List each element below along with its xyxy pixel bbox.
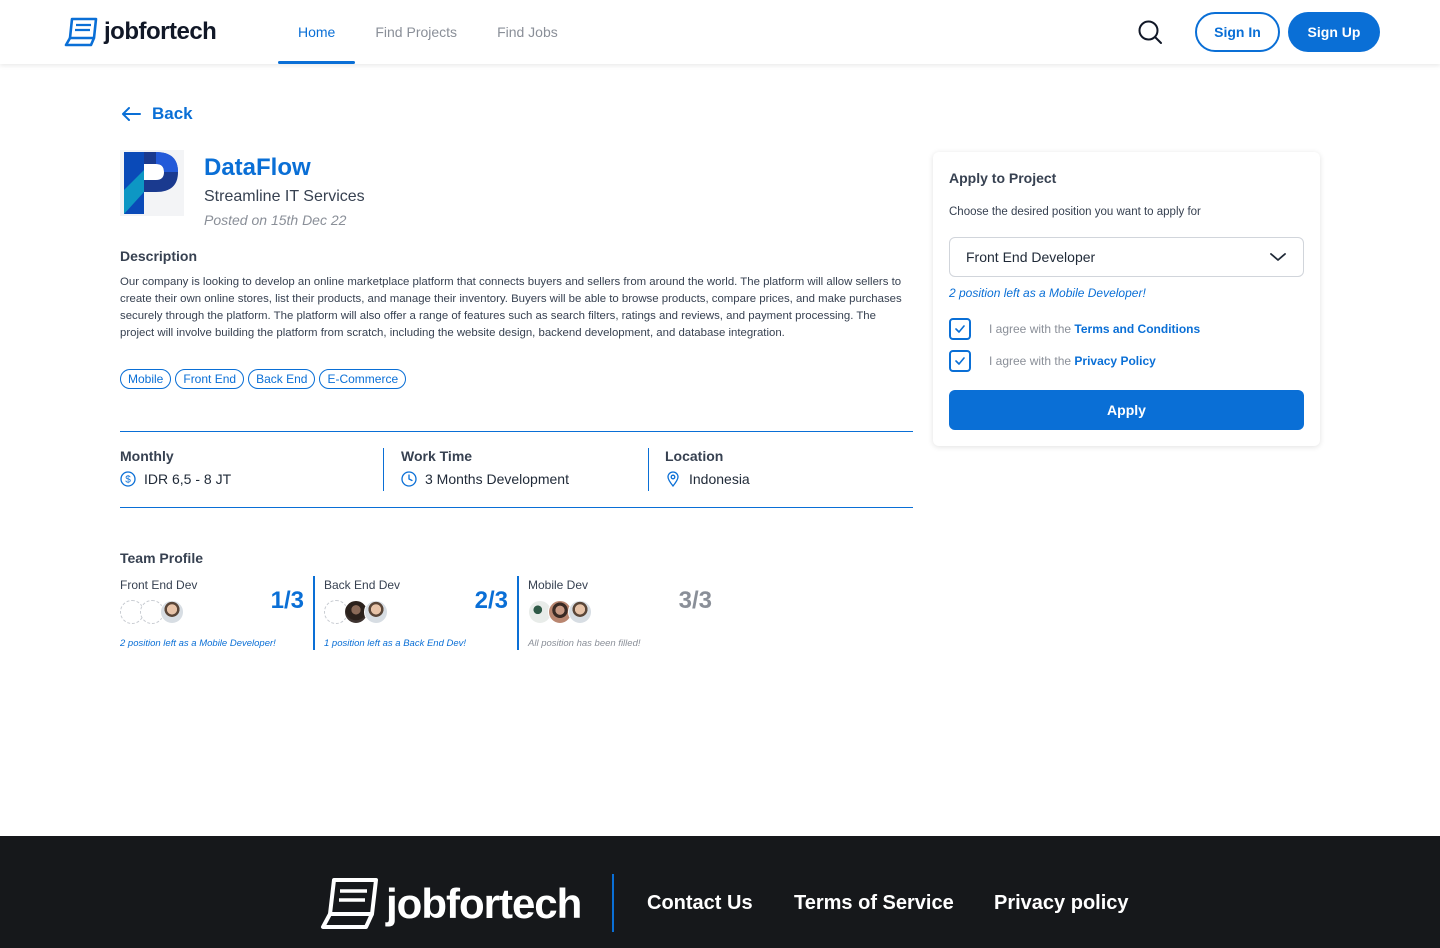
- info-work-time: Work Time 3 Months Development: [401, 448, 569, 487]
- work-time-value: 3 Months Development: [425, 471, 569, 487]
- company-logo: [120, 150, 184, 216]
- privacy-link[interactable]: Privacy Policy: [1074, 354, 1155, 368]
- brand-logo[interactable]: jobfortech: [64, 14, 217, 50]
- footer-logo-text: jobfortech: [386, 880, 582, 927]
- agree-prefix: I agree with the: [989, 354, 1072, 368]
- agree-prefix: I agree with the: [989, 322, 1072, 336]
- avatar-group: [324, 600, 388, 624]
- position-select[interactable]: Front End Developer: [949, 237, 1304, 277]
- team-role-front-end: Front End Dev 1/3 2 position left as a M…: [120, 576, 314, 650]
- divider: [648, 448, 649, 491]
- dollar-icon: $: [120, 471, 136, 487]
- back-label: Back: [152, 104, 193, 123]
- terms-link[interactable]: Terms and Conditions: [1074, 322, 1200, 336]
- divider: [383, 448, 384, 491]
- info-location: Location Indonesia: [665, 448, 750, 487]
- footer-logo[interactable]: jobfortech: [320, 876, 582, 932]
- privacy-checkbox[interactable]: [949, 350, 971, 372]
- position-availability-note: 2 position left as a Mobile Developer!: [949, 286, 1146, 300]
- avatar[interactable]: [568, 600, 592, 624]
- clock-icon: [401, 471, 417, 487]
- apply-card: Apply to Project Choose the desired posi…: [933, 152, 1320, 446]
- top-navbar: jobfortech Home Find Projects Find Jobs …: [0, 0, 1440, 64]
- nav-item-find-projects[interactable]: Find Projects: [355, 0, 477, 64]
- description-heading: Description: [120, 248, 198, 264]
- tag-back-end[interactable]: Back End: [248, 369, 316, 389]
- team-role-note: 2 position left as a Mobile Developer!: [120, 638, 276, 649]
- terms-agreement-text: I agree with the Terms and Conditions: [989, 322, 1200, 336]
- avatar-group: [120, 600, 184, 624]
- search-icon[interactable]: [1136, 18, 1164, 46]
- divider: [120, 507, 913, 508]
- footer: jobfortech Contact Us Terms of Service P…: [0, 836, 1440, 948]
- brand-logo-text: jobfortech: [104, 18, 217, 45]
- sign-in-button[interactable]: Sign In: [1195, 12, 1280, 52]
- footer-link-privacy[interactable]: Privacy policy: [994, 892, 1129, 915]
- team-role-note: 1 position left as a Back End Dev!: [324, 638, 467, 649]
- main-nav: Home Find Projects Find Jobs: [278, 0, 578, 64]
- check-icon: [955, 325, 965, 333]
- divider: [612, 874, 614, 932]
- team-role-count: 1/3: [270, 587, 304, 614]
- team-role-label: Mobile Dev: [528, 578, 589, 592]
- sign-up-button[interactable]: Sign Up: [1288, 12, 1380, 52]
- tag-e-commerce[interactable]: E-Commerce: [319, 369, 407, 389]
- privacy-agreement-text: I agree with the Privacy Policy: [989, 354, 1156, 368]
- posted-date: Posted on 15th Dec 22: [204, 212, 347, 228]
- terms-agreement: I agree with the Terms and Conditions: [949, 318, 1200, 340]
- laptop-logo-icon: [64, 17, 98, 47]
- team-role-count: 2/3: [474, 587, 508, 614]
- team-role-count: 3/3: [678, 587, 712, 614]
- privacy-agreement: I agree with the Privacy Policy: [949, 350, 1156, 372]
- footer-link-terms[interactable]: Terms of Service: [794, 892, 954, 915]
- arrow-left-icon: [122, 107, 141, 121]
- tag-front-end[interactable]: Front End: [175, 369, 245, 389]
- avatar[interactable]: [160, 600, 184, 624]
- info-monthly: Monthly $ IDR 6,5 - 8 JT: [120, 448, 231, 487]
- apply-subtitle: Choose the desired position you want to …: [949, 206, 1201, 218]
- back-link[interactable]: Back: [120, 104, 193, 124]
- divider: [517, 576, 519, 650]
- check-icon: [955, 357, 965, 365]
- team-role-mobile: Mobile Dev 3/3 All position has been fil…: [528, 576, 722, 650]
- team-profile-heading: Team Profile: [120, 550, 203, 566]
- company-subtitle: Streamline IT Services: [204, 188, 365, 205]
- location-pin-icon: [667, 471, 679, 487]
- divider: [120, 431, 913, 432]
- apply-button[interactable]: Apply: [949, 390, 1304, 430]
- tag-list: Mobile Front End Back End E-Commerce: [120, 369, 407, 389]
- team-role-label: Back End Dev: [324, 578, 401, 592]
- avatar-group: [528, 600, 592, 624]
- avatar[interactable]: [364, 600, 388, 624]
- footer-link-contact[interactable]: Contact Us: [647, 892, 753, 915]
- nav-item-find-jobs[interactable]: Find Jobs: [477, 0, 578, 64]
- position-select-value: Front End Developer: [966, 249, 1096, 265]
- nav-item-home[interactable]: Home: [278, 0, 356, 64]
- team-role-note: All position has been filled!: [528, 638, 641, 649]
- team-role-label: Front End Dev: [120, 578, 198, 592]
- laptop-logo-icon: [321, 878, 378, 929]
- apply-title: Apply to Project: [949, 170, 1057, 186]
- location-value: Indonesia: [689, 471, 750, 487]
- work-time-label: Work Time: [401, 448, 473, 464]
- monthly-label: Monthly: [120, 448, 174, 464]
- tag-mobile[interactable]: Mobile: [120, 369, 172, 389]
- svg-text:$: $: [125, 475, 131, 486]
- monthly-value: IDR 6,5 - 8 JT: [144, 471, 232, 487]
- terms-checkbox[interactable]: [949, 318, 971, 340]
- chevron-down-icon: [1270, 253, 1286, 261]
- team-role-back-end: Back End Dev 2/3 1 position left as a Ba…: [324, 576, 518, 650]
- location-label: Location: [665, 448, 724, 464]
- divider: [313, 576, 315, 650]
- description-text: Our company is looking to develop an onl…: [120, 276, 902, 339]
- company-name: DataFlow: [204, 154, 311, 181]
